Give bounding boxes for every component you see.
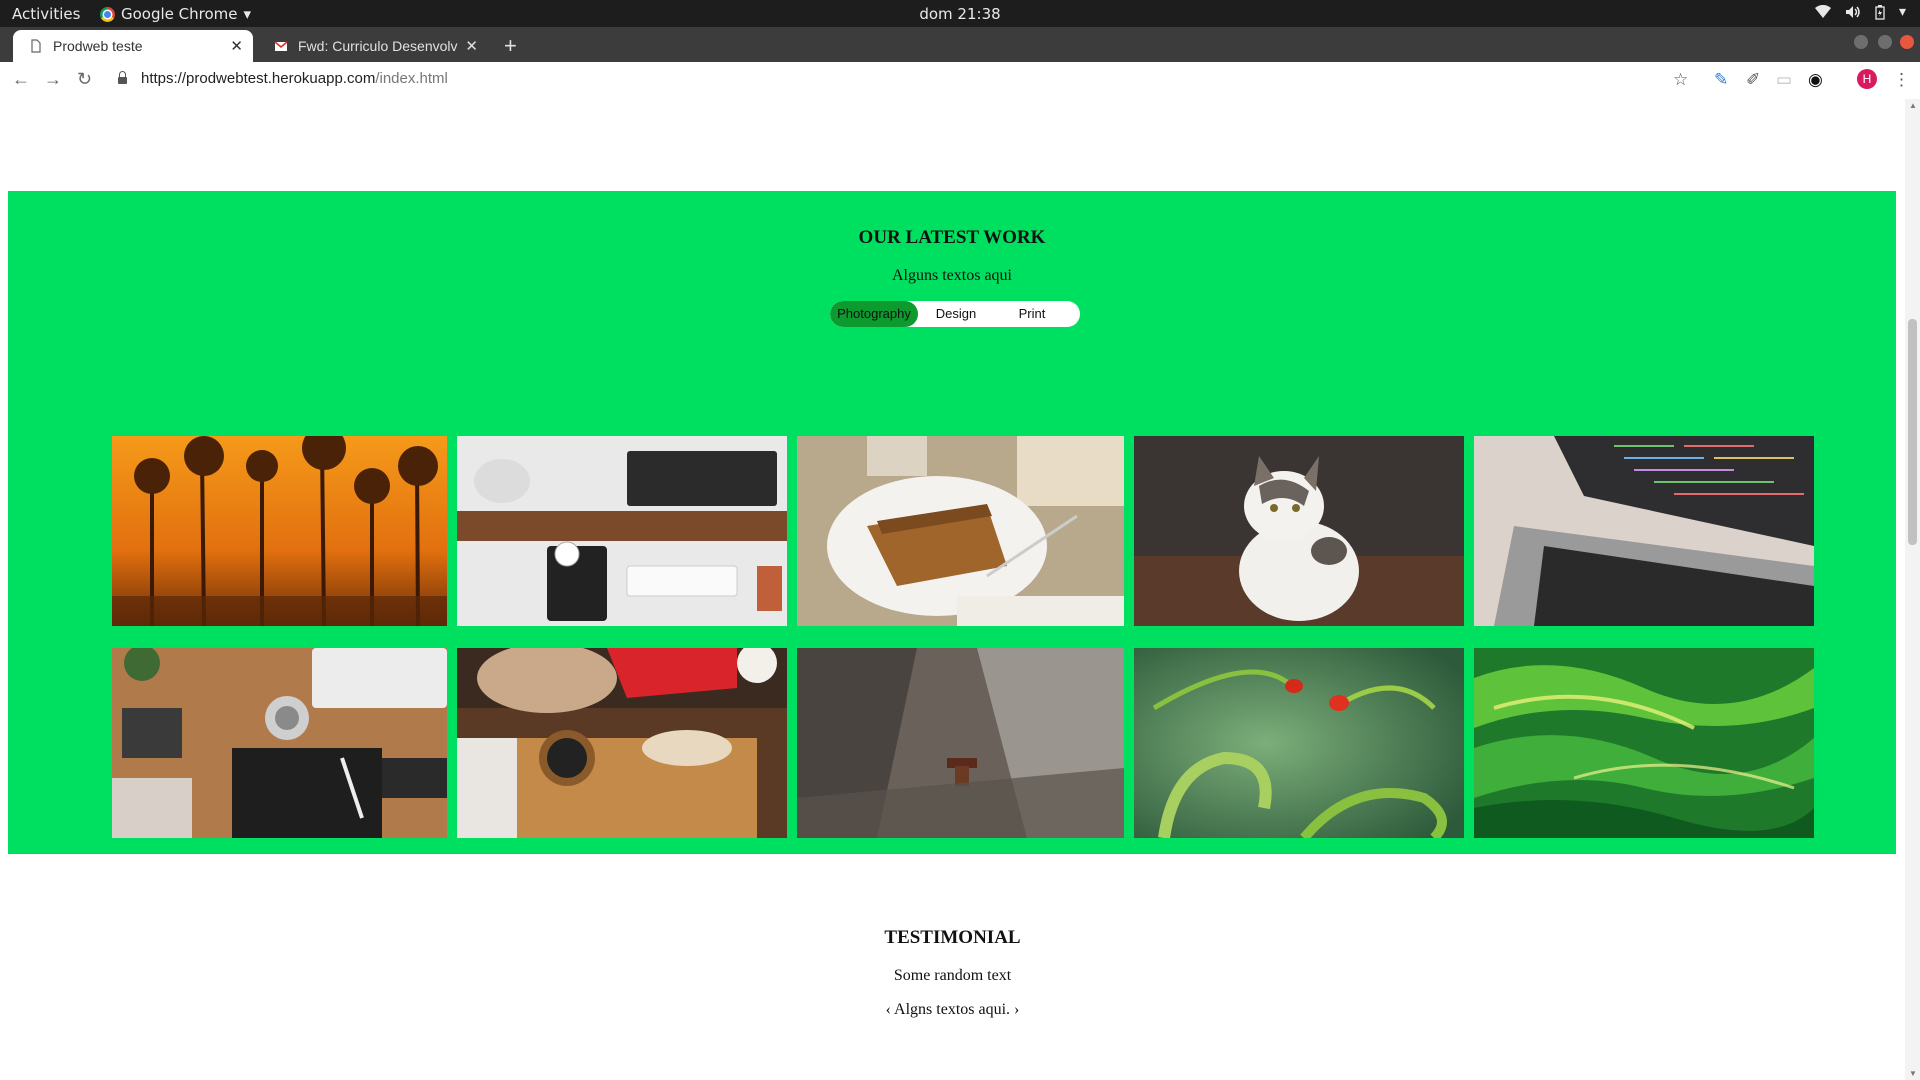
gmail-icon — [274, 41, 288, 51]
browser-toolbar: ← → ↻ https://prodwebtest.herokuapp.com /… — [0, 62, 1920, 100]
reload-icon[interactable]: ↻ — [77, 69, 92, 90]
url-path: /index.html — [375, 70, 448, 87]
address-bar[interactable]: https://prodwebtest.herokuapp.com/index.… — [118, 70, 448, 87]
activities-button[interactable]: Activities — [12, 5, 80, 23]
tab-title: Prodweb teste — [53, 38, 143, 54]
clock[interactable]: dom 21:38 — [0, 5, 1920, 23]
page-scrollbar[interactable]: ▲ ▼ — [1905, 99, 1920, 1080]
section-title: TESTIMONIAL — [884, 927, 1021, 948]
url-host: prodwebtest.herokuapp.com — [186, 70, 376, 87]
back-arrow-icon[interactable]: ← — [12, 69, 30, 90]
chrome-menu-icon[interactable]: ⋮ — [1893, 70, 1910, 90]
portfolio-filter: Photography Design Print — [830, 301, 1080, 327]
testimonial-quote[interactable]: ‹ Algns textos aqui. › — [0, 1001, 1905, 1019]
app-menu[interactable]: Google Chrome ▾ — [100, 5, 251, 23]
filter-design[interactable]: Design — [918, 301, 994, 327]
close-tab-icon[interactable]: ✕ — [230, 37, 243, 55]
profile-avatar[interactable]: H — [1857, 69, 1877, 89]
wood-nail-photo[interactable] — [797, 648, 1124, 838]
filter-photography[interactable]: Photography — [830, 301, 918, 327]
ladybugs-photo[interactable] — [1134, 648, 1464, 838]
scroll-down-icon[interactable]: ▼ — [1909, 1069, 1917, 1078]
eyedropper-extension-icon[interactable]: ✐ — [1746, 70, 1760, 90]
lock-icon — [118, 71, 127, 84]
system-top-bar: Activities Google Chrome ▾ dom 21:38 ▾ — [0, 0, 1920, 27]
maximize-window-button[interactable] — [1878, 35, 1892, 49]
section-subtitle: Alguns textos aqui — [892, 267, 1012, 284]
desk-keyboard-photo[interactable] — [457, 436, 787, 626]
close-window-button[interactable] — [1900, 35, 1914, 49]
chat-extension-icon[interactable]: ▭ — [1776, 70, 1792, 90]
feather-extension-icon[interactable]: ✎ — [1714, 70, 1728, 90]
kitten-photo[interactable] — [1134, 436, 1464, 626]
section-title: OUR LATEST WORK — [858, 227, 1046, 248]
scrollbar-thumb[interactable] — [1908, 319, 1917, 545]
chevron-down-icon: ▾ — [243, 5, 252, 23]
cake-coffee-photo[interactable] — [797, 436, 1124, 626]
minimize-window-button[interactable] — [1854, 35, 1868, 49]
filter-print[interactable]: Print — [994, 301, 1070, 327]
green-abstract-photo[interactable] — [1474, 648, 1814, 838]
tab-title: Fwd: Curriculo Desenvolv — [298, 38, 458, 54]
page-viewport: OUR LATEST WORK Alguns textos aqui Photo… — [0, 99, 1905, 1080]
system-tray[interactable]: ▾ — [1814, 4, 1906, 20]
app-menu-label: Google Chrome — [121, 5, 238, 23]
desk-notebook-photo[interactable] — [112, 648, 447, 838]
volume-icon — [1845, 6, 1860, 18]
page-icon — [31, 39, 41, 53]
bread-spices-photo[interactable] — [457, 648, 787, 838]
laptop-code-photo[interactable] — [1474, 436, 1814, 626]
system-menu-chevron-icon: ▾ — [1898, 4, 1906, 20]
wifi-icon — [1814, 5, 1831, 18]
section-subtitle: Some random text — [893, 967, 1012, 984]
tab-gmail[interactable]: Fwd: Curriculo Desenvolv ✕ — [258, 30, 488, 62]
record-extension-icon[interactable]: ◉ — [1808, 70, 1823, 90]
scroll-up-icon[interactable]: ▲ — [1909, 101, 1917, 110]
tab-prodweb[interactable]: Prodweb teste ✕ — [13, 30, 253, 62]
forward-arrow-icon[interactable]: → — [44, 69, 62, 90]
battery-icon — [1875, 4, 1885, 20]
sunset-trees-photo[interactable] — [112, 436, 447, 626]
latest-work-section: OUR LATEST WORK Alguns textos aqui Photo… — [8, 191, 1896, 854]
bookmark-star-icon[interactable]: ☆ — [1673, 70, 1688, 90]
tab-strip: Prodweb teste ✕ Fwd: Curriculo Desenvolv… — [0, 27, 1920, 62]
new-tab-button[interactable]: + — [504, 33, 517, 59]
chrome-logo-icon — [100, 6, 115, 22]
close-tab-icon[interactable]: ✕ — [465, 37, 478, 55]
url-scheme: https:// — [141, 70, 187, 87]
